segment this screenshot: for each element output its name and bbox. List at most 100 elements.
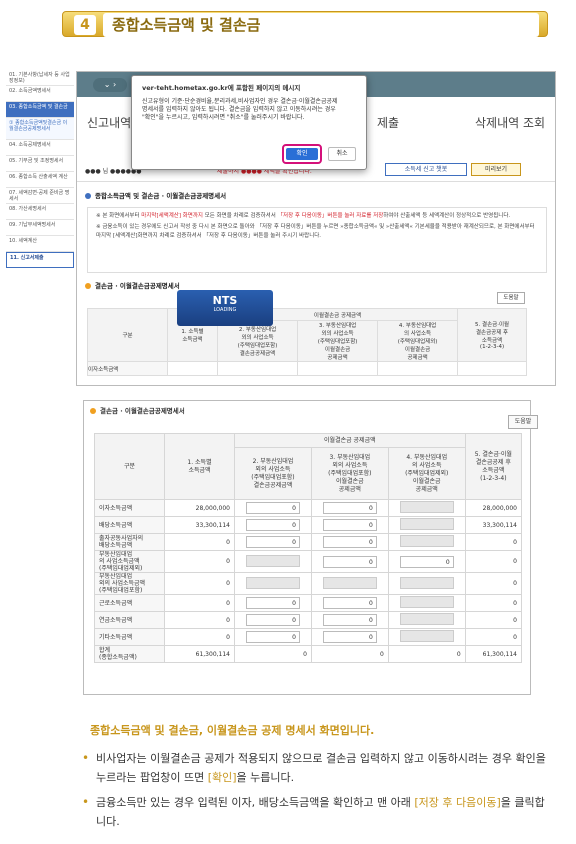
amount-input [399, 501, 454, 513]
table-row: 부동산임대업 의 사업소득금액 (주택임대업제외) 0 0 0 0 [94, 550, 523, 573]
sidebar-item[interactable]: 08. 가산세명세서 [6, 204, 74, 220]
amount-input[interactable]: 0 [245, 536, 300, 548]
amount-input[interactable]: 0 [245, 519, 300, 531]
cell-c4 [387, 572, 466, 595]
amount-input[interactable]: 0 [322, 536, 377, 548]
section-heading: 종합소득금액 및 결손금 · 이월결손금공제명세서 [85, 190, 226, 200]
help-button[interactable]: 도움말 [497, 292, 525, 304]
sidebar-item[interactable]: 04. 소득공제명세서 [6, 140, 74, 156]
sidebar-item[interactable]: 09. 기납부세액명세서 [6, 220, 74, 236]
dialog-body: 신고유형이 기준·단순경비율,분리과세,비사업자인 경우 결손금·이월결손금공제… [142, 98, 338, 121]
bullet-icon [85, 283, 91, 289]
cell-c3 [310, 572, 389, 595]
cell-c3: 0 [310, 499, 389, 517]
table-row: 기타소득금액 0 0 0 0 [94, 628, 523, 646]
deficit-table: 구분 1. 소득별 소득금액 이월결손금 공제금액 5. 결손금·이월 결손금공… [94, 433, 523, 663]
cell-c5: 0 [464, 611, 523, 629]
preview-button[interactable]: 미리보기 [471, 163, 521, 176]
cell-c3: 0 [310, 533, 389, 551]
cancel-button[interactable]: 취소 [328, 147, 356, 161]
cell-c5: 0 [464, 550, 523, 573]
amount-input [399, 630, 454, 642]
cell-c1: 28,000,000 [164, 499, 235, 517]
notice-1e: 하여야 산출세액 등 세액계산이 정상적으로 반영됩니다. [383, 213, 511, 219]
confirm-dialog: ver-teht.hometax.go.kr에 포함된 페이지의 메시지 신고유… [131, 75, 367, 170]
loading-indicator: NTS LOADING [177, 290, 273, 326]
cell-c1: 61,300,114 [164, 645, 235, 663]
cell-c2: 0 [234, 645, 312, 663]
amount-input[interactable]: 0 [322, 597, 377, 609]
chevron-down-icon[interactable]: ⌄ › [93, 78, 127, 92]
row-label: 이자소득금액 [87, 361, 168, 376]
sidebar-item[interactable]: 02. 소득금액명세서 [6, 86, 74, 102]
sidebar-item[interactable]: 05. 기부금 및 조정명세서 [6, 156, 74, 172]
table-row: 이자소득금액 28,000,000 0 0 28,000,000 [94, 499, 523, 517]
help-button[interactable]: 도움말 [508, 415, 538, 429]
col-header: 4. 부동산임대업 의 사업소득 (주택임대업제외) 이월결손금 공제금액 [377, 320, 459, 362]
cell-c4: 0 [387, 645, 466, 663]
col-header: 구분 [94, 433, 165, 500]
col-header: 5. 결손금·이월 결손금공제 후 소득금액 (1-2-3-4) [457, 308, 527, 362]
tab-declaration[interactable]: 신고내역 [87, 98, 131, 148]
notice-1a: ※ 본 화면에서부터 [96, 213, 142, 219]
cell-c1: 0 [164, 611, 235, 629]
row-label: 이자소득금액 [94, 499, 165, 517]
row-label: 배당소득금액 [94, 516, 165, 534]
row-label: 기타소득금액 [94, 628, 165, 646]
cell-c2: 0 [234, 533, 312, 551]
sidebar-item[interactable]: 11. 신고서제출 [6, 252, 74, 268]
row-label: 부동산임대업 의 사업소득금액 (주택임대업제외) [94, 550, 165, 573]
step-nav: 01. 기본사항(납세자 등 사업장정보) 02. 소득금액명세서 03. 종합소득… [6, 70, 74, 290]
cell-c4 [387, 594, 466, 612]
col-header: 2. 부동산임대업 외의 사업소득 (주택임대업포함) 결손금공제금액 [234, 447, 312, 500]
cell-c5: 28,000,000 [464, 499, 523, 517]
row-label: 근로소득금액 [94, 594, 165, 612]
col-header: 4. 부동산임대업 의 사업소득 (주택임대업제외) 이월결손금 공제금액 [387, 447, 466, 500]
notice-1: ※ 본 화면에서부터 마지막[세액계산] 화면까지 모든 화면을 차례로 검증하… [96, 212, 538, 221]
cell-c5: 0 [464, 594, 523, 612]
table-row: 출자공동사업자의 배당소득금액 0 0 0 0 [94, 533, 523, 551]
amount-input[interactable]: 0 [322, 614, 377, 626]
sidebar-item[interactable]: 07. 세액감면·공제 준비금 명세서 [6, 188, 74, 204]
cell-c4 [387, 628, 466, 646]
amount-input[interactable]: 0 [245, 597, 300, 609]
amount-input [322, 576, 377, 589]
cell-c4 [387, 533, 466, 551]
deficit-table-screenshot: 결손금 · 이월결손금공제명세서 도움말 구분 1. 소득별 소득금액 이월결손… [83, 400, 538, 695]
tab-submit[interactable]: 제출 [377, 98, 399, 148]
sidebar-item[interactable]: 06. 종합소득 산출세액 계산 [6, 172, 74, 188]
amount-input[interactable]: 0 [322, 555, 377, 568]
col-header: 2. 부동산임대업 외의 사업소득 (주택임대업포함) 결손금공제금액 [216, 320, 299, 362]
amount-input[interactable]: 0 [322, 502, 377, 514]
cell-c1: 0 [164, 594, 235, 612]
row-label: 연금소득금액 [94, 611, 165, 629]
amount-input[interactable]: 0 [245, 502, 300, 514]
sidebar-item[interactable]: 01. 기본사항(납세자 등 사업장정보) [6, 70, 74, 86]
cell-c3: 0 [310, 628, 389, 646]
amount-input[interactable]: 0 [322, 631, 377, 643]
col-header: 1. 소득별 소득금액 [164, 433, 235, 500]
sidebar-item[interactable]: 03. 종합소득금액 및 결손금 [6, 102, 74, 118]
amount-input[interactable]: 0 [245, 631, 300, 643]
preview-table: 구분 1. 소득별 소득금액 이월결손금 공제금액 5. 결손금·이월 결손금공… [87, 308, 527, 376]
cell-c1: 33,300,114 [164, 516, 235, 534]
section-number: 4 [74, 15, 96, 35]
cell-c4: 0 [387, 550, 466, 573]
amount-input[interactable]: 0 [245, 614, 300, 626]
amount-input[interactable]: 0 [399, 555, 454, 568]
tab-deleted[interactable]: 삭제내역 조회 [475, 98, 545, 148]
ok-button[interactable]: 확인 [286, 148, 318, 160]
amount-input [399, 535, 454, 547]
section-title: 종합소득금액 및 결손금 [103, 13, 539, 37]
sidebar-item[interactable]: ① 종합소득금액및결손금 이월결손금공제명세서 [6, 118, 74, 140]
sidebar-item[interactable]: 10. 세액계산 [6, 236, 74, 252]
chatbot-button[interactable]: 소득세 신고 챗봇 [385, 163, 467, 176]
notice-1b: 마지막[세액계산] 화면까지 [141, 213, 203, 219]
col-header: 5. 결손금·이월 결손금공제 후 소득금액 (1-2-3-4) [464, 433, 523, 500]
cell-c2: 0 [234, 611, 312, 629]
cell-c2: 0 [234, 628, 312, 646]
amount-input[interactable]: 0 [322, 519, 377, 531]
col-header: 구분 [87, 308, 168, 362]
col-header: 3. 부동산임대업 외의 사업소득 (주택임대업포함) 이월결손금 공제금액 [297, 320, 379, 362]
cell-c2: 0 [234, 499, 312, 517]
